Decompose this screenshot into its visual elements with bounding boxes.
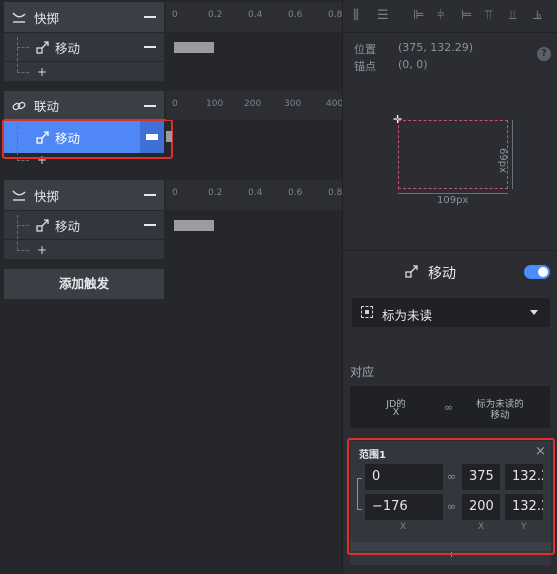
move-icon xyxy=(36,218,49,232)
add-action-button[interactable]: + xyxy=(37,244,47,256)
timeline-clip-3[interactable] xyxy=(174,220,214,231)
section-divider xyxy=(343,250,557,251)
trigger-label: 联动 xyxy=(34,99,60,114)
anchor-label: 锚点 xyxy=(354,60,376,73)
remove-action-button[interactable] xyxy=(144,46,156,48)
align-bottom-icon[interactable]: ⫡ xyxy=(533,8,542,23)
align-top-icon[interactable]: ⫪ xyxy=(485,8,492,23)
quick-throw-icon xyxy=(12,190,26,201)
anchor-crosshair-icon[interactable]: ✛ xyxy=(393,114,402,125)
map-target-line2: 移动 xyxy=(490,410,510,421)
trigger-group-quick-throw-1[interactable]: 快掷 xyxy=(4,2,164,32)
link-icon xyxy=(12,101,26,110)
timeline-clip-2[interactable] xyxy=(166,131,172,142)
trigger-group-quick-throw-2[interactable]: 快掷 xyxy=(4,180,164,210)
quick-throw-icon xyxy=(12,12,26,23)
target-action-select[interactable]: 标为未读 xyxy=(352,298,550,327)
action-label: 移动 xyxy=(55,40,81,56)
width-dimension-line xyxy=(398,193,508,194)
layer-bounds-preview xyxy=(398,120,508,189)
range-card-highlight xyxy=(347,438,555,555)
align-middle-icon[interactable]: ⫫ xyxy=(509,8,516,23)
add-action-button[interactable]: + xyxy=(37,66,47,78)
trigger-group-link[interactable]: 联动 xyxy=(4,91,164,120)
add-trigger-button[interactable]: 添加触发 xyxy=(4,269,164,299)
position-label: 位置 xyxy=(354,43,376,56)
chevron-down-icon xyxy=(530,310,538,315)
align-toolbar: ⫼ ☰ ⊫ ⫩ ⊨ ⫪ ⫫ ⫡ xyxy=(343,0,557,33)
timeline-ruler-3: 0 0.2 0.4 0.6 0.8 xyxy=(166,180,342,210)
remove-trigger-button[interactable] xyxy=(144,16,156,18)
anchor-value: (0, 0) xyxy=(398,58,428,71)
select-value: 标为未读 xyxy=(382,308,433,323)
mapping-label: 对应 xyxy=(350,365,375,379)
remove-action-button[interactable] xyxy=(144,224,156,226)
distribute-horizontal-icon[interactable]: ⫼ xyxy=(353,8,359,23)
align-center-h-icon[interactable]: ⫩ xyxy=(437,8,444,23)
remove-trigger-button[interactable] xyxy=(144,104,156,107)
action-label: 移动 xyxy=(55,218,81,234)
link-icon: ∞ xyxy=(444,401,454,414)
height-dimension-line xyxy=(512,120,513,189)
trigger-label: 快掷 xyxy=(34,188,60,204)
timeline-ruler-2: 0 100 200 300 400 xyxy=(166,91,343,120)
timeline-clip-1[interactable] xyxy=(174,42,214,53)
move-icon xyxy=(405,265,418,278)
align-left-icon[interactable]: ⊫ xyxy=(413,8,424,23)
position-value: (375, 132.29) xyxy=(398,41,474,54)
timeline-ruler-1: 0 0.2 0.4 0.6 0.8 xyxy=(166,2,342,32)
action-title: 移动 xyxy=(428,266,456,282)
help-icon[interactable]: ? xyxy=(537,47,551,61)
map-source-line2: X xyxy=(392,407,400,418)
width-dimension-label: 109px xyxy=(437,195,469,206)
height-dimension-label: 69px xyxy=(497,148,508,173)
selected-action-highlight xyxy=(2,119,173,159)
trigger-label: 快掷 xyxy=(34,10,60,26)
action-enabled-toggle[interactable] xyxy=(524,265,550,279)
move-icon xyxy=(36,40,49,54)
distribute-vertical-icon[interactable]: ☰ xyxy=(377,8,389,23)
remove-trigger-button[interactable] xyxy=(144,194,156,196)
align-right-icon[interactable]: ⊨ xyxy=(461,8,472,23)
